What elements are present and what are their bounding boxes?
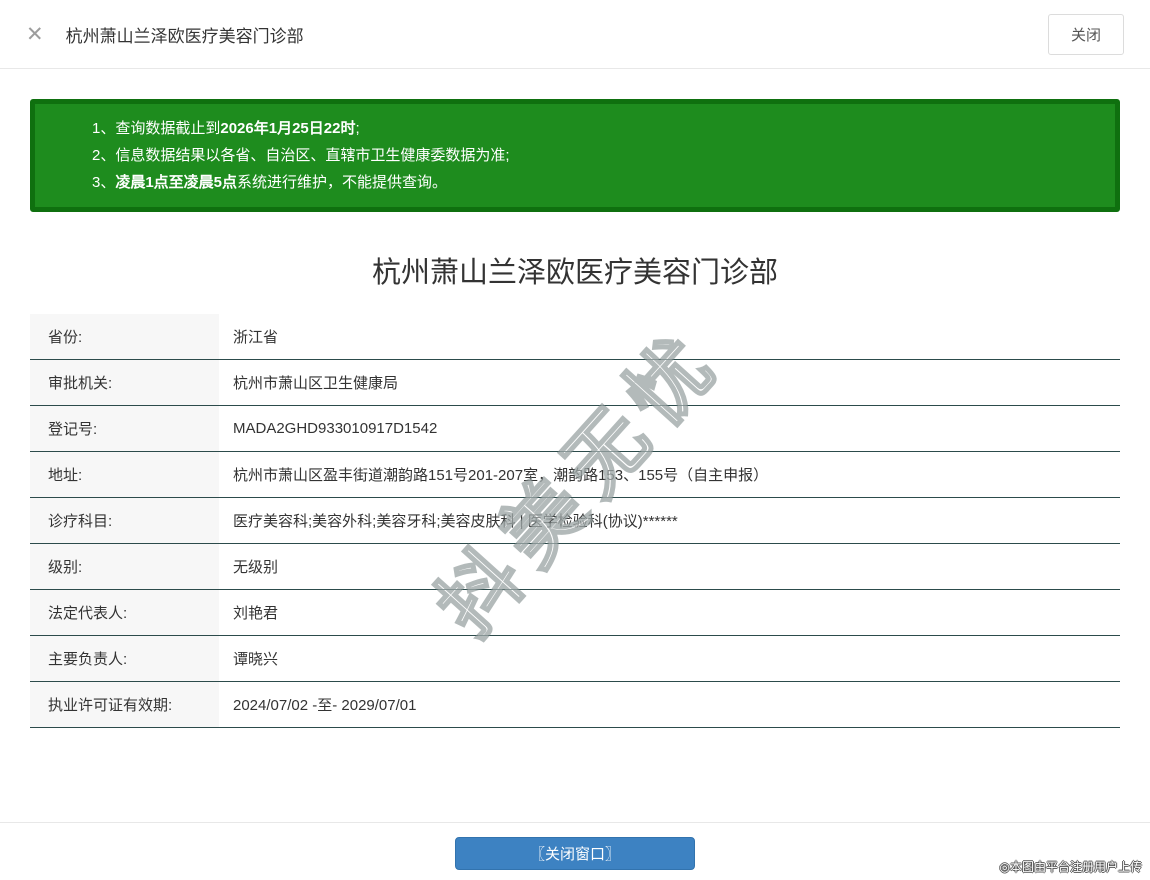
table-row-address: 地址: 杭州市萧山区盈丰街道潮韵路151号201-207室，潮韵路153、155… — [30, 452, 1120, 498]
notice-line-1: 1、查询数据截止到2026年1月25日22时; — [92, 115, 1095, 142]
field-label: 地址: — [30, 452, 219, 497]
notice-bold-text: 2026年1月25日22时 — [220, 120, 356, 137]
notice-text: 查询数据截止到 — [115, 120, 221, 137]
field-value: 谭晓兴 — [233, 651, 279, 668]
page: ✕ 杭州萧山兰泽欧医疗美容门诊部 关闭 1、查询数据截止到2026年1月25日2… — [0, 0, 1150, 880]
field-value: 无级别 — [233, 559, 279, 576]
notice-line-2: 2、信息数据结果以各省、自治区、直辖市卫生健康委数据为准; — [92, 142, 1095, 169]
upload-attribution: ◎本图由平台注册用户上传 — [999, 860, 1142, 874]
close-button[interactable]: 关闭 — [1047, 13, 1124, 55]
field-label: 执业许可证有效期: — [30, 682, 219, 727]
field-label: 登记号: — [30, 406, 219, 451]
notice-text: 信息数据结果以各省、自治区、直辖市卫生健康委数据为准; — [115, 147, 510, 164]
field-label: 审批机关: — [30, 360, 219, 405]
field-label: 法定代表人: — [30, 590, 219, 635]
field-label: 级别: — [30, 544, 219, 589]
notice-num: 3、 — [92, 174, 116, 191]
table-row-level: 级别: 无级别 — [30, 544, 1120, 590]
field-label: 诊疗科目: — [30, 498, 219, 543]
table-row-legal-representative: 法定代表人: 刘艳君 — [30, 590, 1120, 636]
page-title: 杭州萧山兰泽欧医疗美容门诊部 — [371, 257, 778, 289]
field-value: 医疗美容科;美容外科;美容牙科;美容皮肤科 | 医学检验科(协议)****** — [233, 513, 678, 530]
field-value: 杭州市萧山区卫生健康局 — [233, 375, 399, 392]
field-value: 浙江省 — [233, 329, 279, 346]
table-row-province: 省份: 浙江省 — [30, 314, 1120, 360]
table-row-medical-subjects: 诊疗科目: 医疗美容科;美容外科;美容牙科;美容皮肤科 | 医学检验科(协议)*… — [30, 498, 1120, 544]
table-row-approval-authority: 审批机关: 杭州市萧山区卫生健康局 — [30, 360, 1120, 406]
table-row-license-validity: 执业许可证有效期: 2024/07/02 -至- 2029/07/01 — [30, 682, 1120, 728]
close-window-button[interactable]: 〖关闭窗口〗 — [455, 837, 695, 870]
notice-banner: 1、查询数据截止到2026年1月25日22时; 2、信息数据结果以各省、自治区、… — [30, 99, 1120, 212]
window-title: 杭州萧山兰泽欧医疗美容门诊部 — [65, 26, 304, 46]
notice-text: ; — [355, 120, 360, 137]
table-row-main-person-in-charge: 主要负责人: 谭晓兴 — [30, 636, 1120, 682]
field-label: 省份: — [30, 314, 219, 359]
field-value: 杭州市萧山区盈丰街道潮韵路151号201-207室，潮韵路153、155号（自主… — [233, 467, 769, 484]
footer-bar: 〖关闭窗口〗 — [0, 822, 1150, 880]
field-value: 刘艳君 — [233, 605, 279, 622]
top-bar: ✕ 杭州萧山兰泽欧医疗美容门诊部 关闭 — [0, 0, 1150, 69]
notice-num: 2、 — [92, 147, 116, 164]
info-table: 省份: 浙江省 审批机关: 杭州市萧山区卫生健康局 登记号: MADA2GHD9… — [30, 314, 1120, 728]
close-icon[interactable]: ✕ — [26, 24, 44, 45]
notice-text: 系统进行维护，不能提供查询。 — [237, 174, 448, 191]
notice-line-3: 3、凌晨1点至凌晨5点系统进行维护，不能提供查询。 — [92, 169, 1095, 196]
field-value: 2024/07/02 -至- 2029/07/01 — [233, 697, 417, 714]
field-label: 主要负责人: — [30, 636, 219, 681]
notice-num: 1、 — [92, 120, 116, 137]
table-row-registration-number: 登记号: MADA2GHD933010917D1542 — [30, 406, 1120, 452]
field-value: MADA2GHD933010917D1542 — [233, 420, 438, 437]
notice-bold-text: 凌晨1点至凌晨5点 — [115, 174, 238, 191]
